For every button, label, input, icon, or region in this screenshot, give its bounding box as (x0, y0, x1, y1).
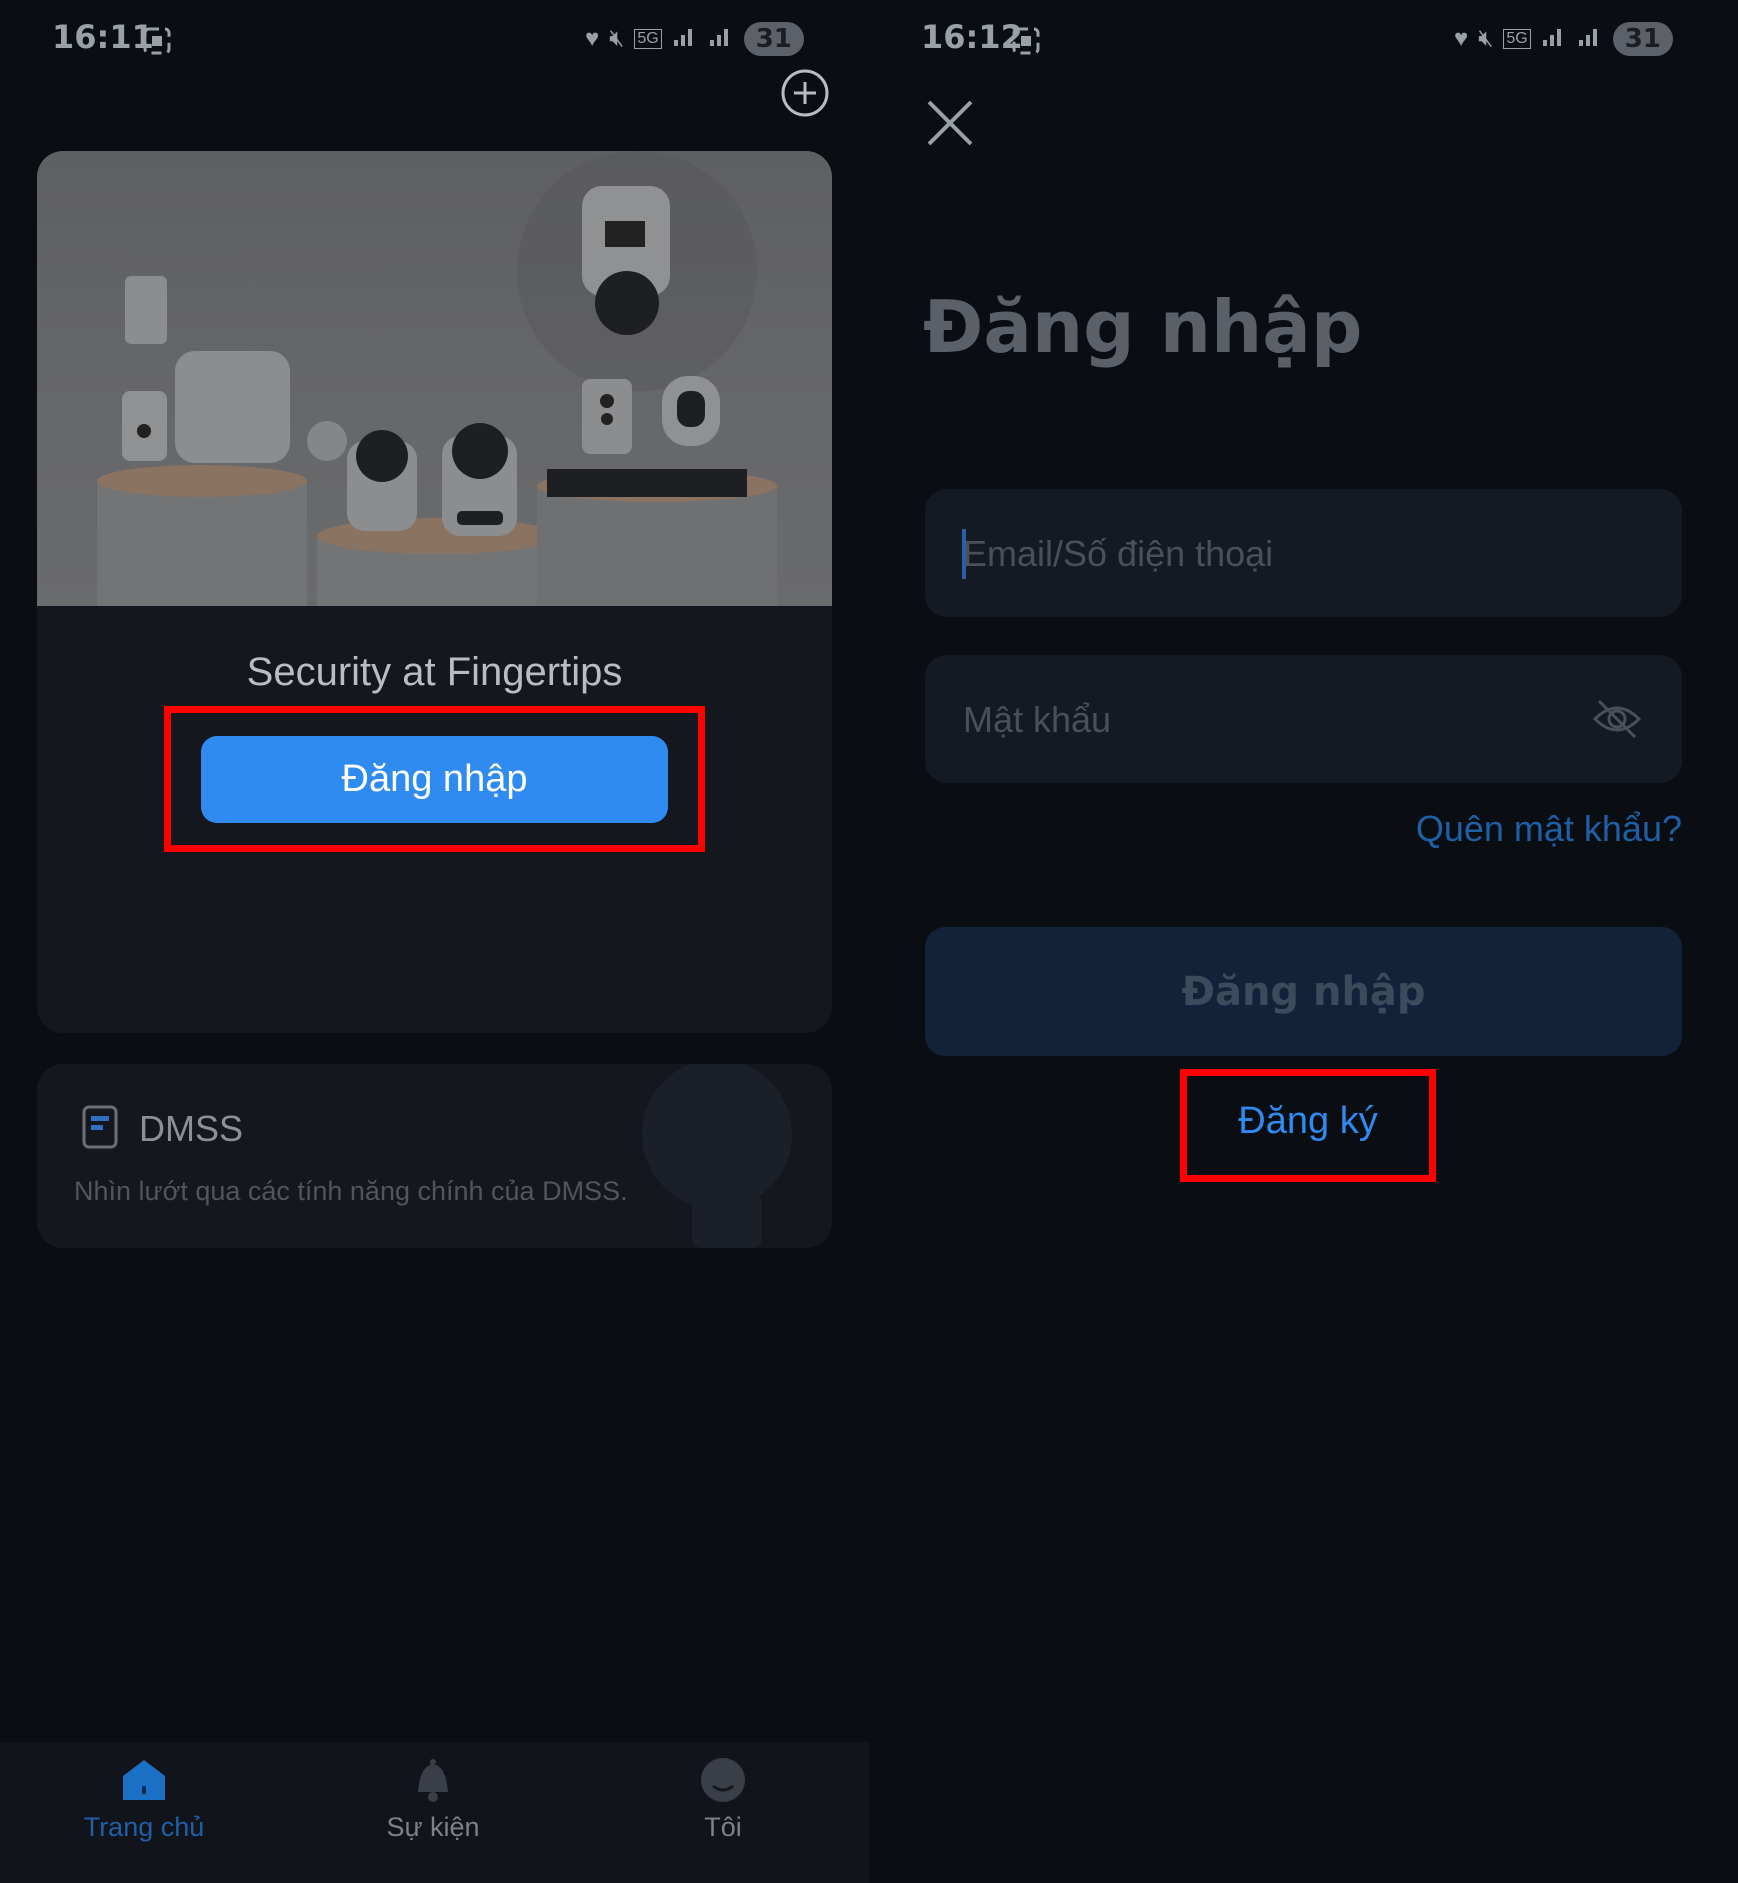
login-screen: 16:12 ♥ 🔇︎ 5G 31 Đăng nhập Email/Số điện… (869, 0, 1738, 1883)
page-title: Đăng nhập (923, 285, 1363, 369)
password-placeholder: Mật khẩu (963, 699, 1112, 740)
bell-icon (408, 1756, 458, 1804)
mute-icon: 🔇︎ (1478, 25, 1494, 52)
signal-icon-2 (708, 24, 734, 55)
email-placeholder: Email/Số điện thoại (963, 533, 1274, 574)
register-link[interactable]: Đăng ký (1180, 1100, 1436, 1143)
nav-item-events[interactable]: Sự kiện (333, 1756, 533, 1843)
mute-icon: 🔇︎ (609, 25, 625, 52)
nav-label-events: Sự kiện (386, 1812, 480, 1842)
network-label: 5G (634, 29, 662, 49)
battery-badge: 31 (743, 22, 804, 56)
eye-off-icon[interactable] (1591, 693, 1643, 750)
home-icon (119, 1756, 169, 1804)
battery-badge: 31 (1612, 22, 1673, 56)
screenshot-icon (1011, 26, 1041, 61)
tagline: Security at Fingertips (246, 650, 623, 694)
signal-icon (672, 24, 698, 55)
forgot-password-link[interactable]: Quên mật khẩu? (1416, 808, 1682, 850)
nav-item-home[interactable]: Trang chủ (44, 1756, 244, 1843)
dmss-title: DMSS (139, 1108, 244, 1149)
signal-icon-2 (1577, 24, 1603, 55)
heart-icon: ♥ (585, 25, 600, 52)
product-banner-image (37, 151, 832, 606)
bottom-nav: Trang chủ Sự kiện Tôi (0, 1742, 869, 1883)
password-field[interactable]: Mật khẩu (925, 655, 1682, 783)
status-icons: ♥ 🔇︎ 5G 31 (1454, 22, 1673, 56)
nav-label-me: Tôi (704, 1812, 742, 1842)
screenshot-icon (142, 26, 172, 61)
profile-icon (698, 1756, 748, 1804)
email-field[interactable]: Email/Số điện thoại (925, 489, 1682, 617)
login-submit-button[interactable]: Đăng nhập (925, 927, 1682, 1056)
add-device-icon[interactable] (780, 68, 830, 123)
document-icon (81, 1104, 119, 1155)
heart-icon: ♥ (1454, 25, 1469, 52)
close-icon[interactable] (925, 98, 975, 153)
network-label: 5G (1503, 29, 1531, 49)
status-icons: ♥ 🔇︎ 5G 31 (585, 22, 804, 56)
dmss-description: Nhìn lướt qua các tính năng chính của DM… (74, 1176, 628, 1206)
status-time: 16:11 (52, 18, 154, 56)
dmss-card[interactable]: DMSS Nhìn lướt qua các tính năng chính c… (37, 1064, 832, 1248)
signal-icon (1541, 24, 1567, 55)
status-time: 16:12 (921, 18, 1023, 56)
home-screen: 16:11 ♥ 🔇︎ 5G 31 Security at Fingertips … (0, 0, 869, 1883)
login-button[interactable]: Đăng nhập (201, 736, 668, 823)
nav-label-home: Trang chủ (83, 1812, 205, 1842)
nav-item-me[interactable]: Tôi (623, 1756, 823, 1843)
